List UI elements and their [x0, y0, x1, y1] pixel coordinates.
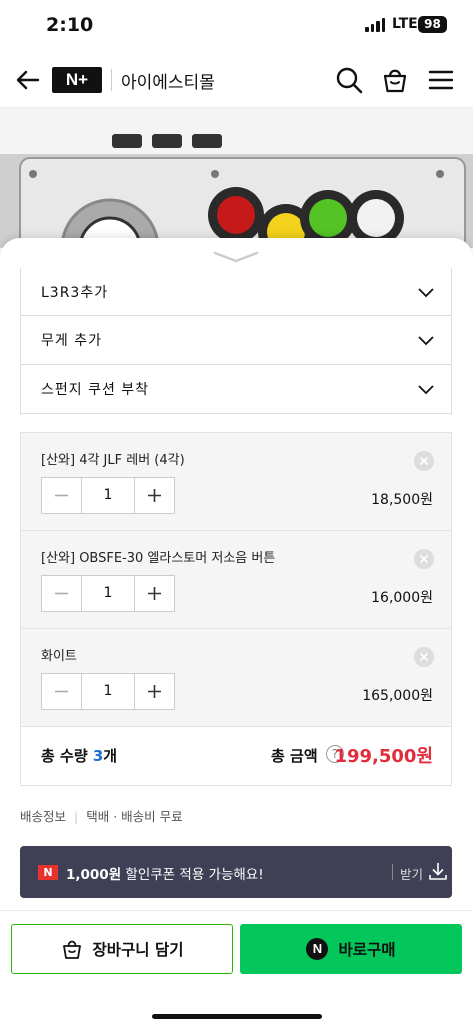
increase-button[interactable]	[135, 576, 174, 611]
plus-icon	[148, 489, 161, 502]
status-bar: 2:10 LTE 98	[0, 0, 473, 50]
add-to-cart-label: 장바구니 담기	[92, 941, 184, 959]
selected-item: 화이트 1 165,000원	[21, 629, 451, 727]
minus-icon	[55, 494, 68, 497]
decrease-button[interactable]	[42, 478, 81, 513]
plus-icon	[148, 587, 161, 600]
menu-icon[interactable]	[426, 65, 456, 95]
coupon-divider	[392, 864, 393, 880]
buy-now-button[interactable]: N 바로구매	[240, 924, 462, 974]
signal-icon	[365, 18, 385, 32]
naver-plus-logo[interactable]: N+	[52, 67, 102, 93]
total-quantity: 총 수량 3개	[41, 745, 117, 766]
option-label: 스펀지 쿠션 부착	[41, 382, 150, 398]
option-dropdown-sponge[interactable]: 스펀지 쿠션 부착	[21, 364, 451, 413]
buy-now-label: 바로구매	[338, 941, 396, 959]
option-dropdown-l3r3[interactable]: L3R3추가	[21, 268, 451, 315]
quantity-stepper: 1	[41, 673, 175, 710]
delivery-label: 배송정보	[20, 809, 67, 824]
total-price: 199,500원	[334, 746, 433, 767]
quantity-value[interactable]: 1	[81, 674, 135, 709]
network-type: LTE	[392, 16, 418, 32]
selected-items: [산와] 4각 JLF 레버 (4각) 1 18,500원 [산와] OBSFE…	[20, 432, 452, 786]
top-nav: N+ 아이에스티몰	[0, 52, 473, 108]
selected-item: [산와] 4각 JLF 레버 (4각) 1 18,500원	[21, 433, 451, 531]
option-label: L3R3추가	[41, 284, 109, 301]
item-name: [산와] OBSFE-30 엘라스토머 저소음 버튼	[41, 551, 276, 566]
coupon-text: 할인쿠폰 적용 가능해요!	[125, 867, 264, 883]
shopping-bag-icon	[62, 940, 81, 959]
bottom-action-bar: 장바구니 담기 N 바로구매	[0, 910, 473, 1024]
arcade-stick-illustration	[0, 134, 473, 248]
minus-icon	[55, 690, 68, 693]
total-summary: 총 수량 3개 총 금액 ? 199,500원	[21, 727, 451, 785]
purchase-sheet: L3R3추가 무게 추가 스펀지 쿠션 부착 [산와] 4각 JLF 레버 (4…	[0, 238, 473, 1024]
remove-item-icon[interactable]	[414, 451, 434, 471]
increase-button[interactable]	[135, 478, 174, 513]
total-quantity-label: 총 수량	[41, 747, 88, 765]
option-label: 무게 추가	[41, 333, 102, 349]
item-price: 16,000원	[371, 590, 433, 606]
item-price: 165,000원	[362, 688, 433, 704]
quantity-stepper: 1	[41, 477, 175, 514]
search-icon[interactable]	[334, 65, 364, 95]
remove-item-icon[interactable]	[414, 549, 434, 569]
coupon-banner[interactable]: N 1,000원 할인쿠폰 적용 가능해요! 받기	[20, 846, 452, 898]
battery-icon: 98	[418, 16, 447, 33]
delivery-info: 배송정보 | 택배 · 배송비 무료	[20, 806, 183, 825]
decrease-button[interactable]	[42, 674, 81, 709]
home-indicator	[152, 1014, 322, 1019]
item-name: 화이트	[41, 649, 77, 664]
back-arrow-icon[interactable]	[14, 66, 42, 94]
chevron-down-icon	[418, 287, 434, 297]
option-dropdowns: L3R3추가 무게 추가 스펀지 쿠션 부착	[20, 268, 452, 414]
download-icon[interactable]	[428, 861, 448, 881]
delivery-value: 택배 · 배송비 무료	[86, 809, 183, 824]
nav-divider	[111, 69, 112, 91]
status-time: 2:10	[46, 14, 94, 36]
increase-button[interactable]	[135, 674, 174, 709]
delivery-divider: |	[74, 809, 79, 824]
item-price: 18,500원	[371, 492, 433, 508]
selected-item: [산와] OBSFE-30 엘라스토머 저소음 버튼 1 16,000원	[21, 531, 451, 629]
decrease-button[interactable]	[42, 576, 81, 611]
coupon-amount: 1,000원	[66, 867, 122, 883]
item-name: [산와] 4각 JLF 레버 (4각)	[41, 453, 185, 468]
sheet-collapse-icon[interactable]	[212, 250, 260, 264]
total-quantity-unit: 개	[103, 747, 118, 765]
product-image	[0, 108, 473, 248]
quantity-value[interactable]: 1	[81, 576, 135, 611]
add-to-cart-button[interactable]: 장바구니 담기	[11, 924, 233, 974]
chevron-down-icon	[418, 336, 434, 346]
coupon-message: 1,000원 할인쿠폰 적용 가능해요!	[66, 863, 264, 883]
coupon-get-button[interactable]: 받기	[400, 864, 423, 883]
shopping-bag-icon[interactable]	[380, 65, 410, 95]
minus-icon	[55, 592, 68, 595]
remove-item-icon[interactable]	[414, 647, 434, 667]
store-name[interactable]: 아이에스티몰	[121, 68, 215, 93]
chevron-down-icon	[418, 385, 434, 395]
naver-pay-icon: N	[306, 938, 329, 960]
naver-badge-icon: N	[38, 865, 58, 880]
quantity-stepper: 1	[41, 575, 175, 612]
quantity-value[interactable]: 1	[81, 478, 135, 513]
plus-icon	[148, 685, 161, 698]
total-amount-label: 총 금액	[271, 747, 318, 765]
option-dropdown-weight[interactable]: 무게 추가	[21, 315, 451, 364]
total-quantity-value: 3	[92, 747, 104, 765]
